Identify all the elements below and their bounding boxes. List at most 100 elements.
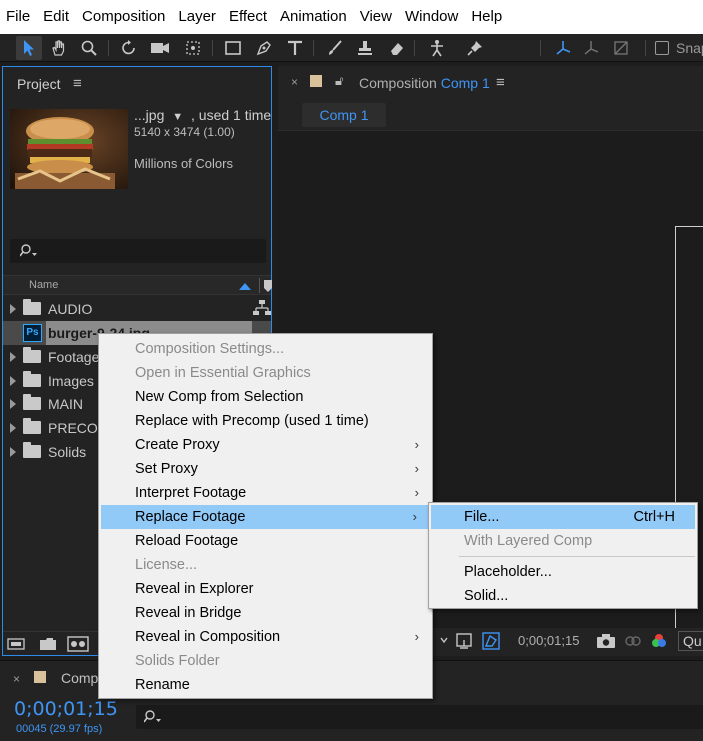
submenu-item-placeholder[interactable]: Placeholder... xyxy=(429,560,697,584)
menu-item-reveal-in-composition[interactable]: Reveal in Composition › xyxy=(99,625,432,649)
timeline-frame-count: 00045 (29.97 fps) xyxy=(16,723,103,735)
name-column-header[interactable]: Name xyxy=(29,279,58,291)
pen-tool-icon[interactable] xyxy=(251,36,277,60)
chevron-down-icon[interactable] xyxy=(440,633,448,647)
menu-help[interactable]: Help xyxy=(471,0,502,34)
menu-item-reload-footage[interactable]: Reload Footage xyxy=(99,529,432,553)
camera-tool-icon[interactable] xyxy=(147,36,173,60)
panel-menu-icon[interactable]: ≡ xyxy=(496,74,505,91)
world-axis-mode-icon[interactable] xyxy=(578,36,604,60)
show-snapshot-icon[interactable] xyxy=(624,633,642,649)
brush-tool-icon[interactable] xyxy=(322,36,348,60)
label-column-icon[interactable] xyxy=(264,280,272,292)
close-icon[interactable]: × xyxy=(13,672,20,686)
menu-item-replace-footage[interactable]: Replace Footage › xyxy=(101,505,430,529)
transparency-grid-icon[interactable] xyxy=(481,631,501,651)
project-item-audio[interactable]: AUDIO xyxy=(3,297,271,321)
expand-arrow-icon[interactable] xyxy=(10,352,16,362)
zoom-tool-icon[interactable] xyxy=(76,36,102,60)
folder-icon xyxy=(23,394,41,410)
viewer-timecode[interactable]: 0;00;01;15 xyxy=(518,633,579,648)
menu-item-license[interactable]: License... xyxy=(99,553,432,577)
shortcut-label: Ctrl+H xyxy=(633,509,676,525)
type-tool-icon[interactable] xyxy=(282,36,308,60)
submenu-arrow-icon: › xyxy=(414,485,419,500)
menu-item-open-essential-graphics[interactable]: Open in Essential Graphics xyxy=(99,361,432,385)
snap-checkbox[interactable] xyxy=(655,41,669,55)
timeline-search-input[interactable] xyxy=(136,705,703,729)
clone-stamp-tool-icon[interactable] xyxy=(352,36,378,60)
color-channels-icon[interactable] xyxy=(650,632,668,650)
menu-edit[interactable]: Edit xyxy=(43,0,69,34)
menu-item-reveal-in-explorer[interactable]: Reveal in Explorer xyxy=(99,577,432,601)
expand-arrow-icon[interactable] xyxy=(10,376,16,386)
hand-tool-icon[interactable] xyxy=(46,36,72,60)
pan-behind-tool-icon[interactable] xyxy=(180,36,206,60)
footage-dimensions: 5140 x 3474 (1.00) xyxy=(134,125,235,139)
replace-footage-submenu: File... Ctrl+H With Layered Comp Placehol… xyxy=(428,502,698,609)
menu-composition[interactable]: Composition xyxy=(82,0,165,34)
expand-arrow-icon[interactable] xyxy=(10,447,16,457)
selection-tool-icon[interactable] xyxy=(16,36,42,60)
comp-viewer-tab[interactable]: Comp 1 xyxy=(302,103,386,127)
snap-label: Snap xyxy=(676,40,703,56)
menu-window[interactable]: Window xyxy=(405,0,458,34)
footage-thumbnail xyxy=(10,109,128,189)
expand-arrow-icon[interactable] xyxy=(10,304,16,314)
roto-brush-tool-icon[interactable] xyxy=(424,36,450,60)
timeline-tab[interactable]: Comp xyxy=(61,670,98,686)
project-tab[interactable]: Project xyxy=(17,76,61,92)
menu-item-interpret-footage[interactable]: Interpret Footage › xyxy=(99,481,432,505)
submenu-arrow-icon: › xyxy=(414,461,419,476)
menu-item-reveal-in-bridge[interactable]: Reveal in Bridge xyxy=(99,601,432,625)
eraser-tool-icon[interactable] xyxy=(384,36,410,60)
region-of-interest-icon[interactable] xyxy=(454,631,474,651)
composition-tab[interactable]: Composition Comp 1 xyxy=(359,75,490,91)
puppet-pin-tool-icon[interactable] xyxy=(462,36,488,60)
menu-item-create-proxy[interactable]: Create Proxy › xyxy=(99,433,432,457)
menu-item-new-comp-from-selection[interactable]: New Comp from Selection xyxy=(99,385,432,409)
menu-item-composition-settings[interactable]: Composition Settings... xyxy=(99,337,432,361)
submenu-item-file[interactable]: File... Ctrl+H xyxy=(431,505,695,529)
menu-bar: File Edit Composition Layer Effect Anima… xyxy=(0,0,703,34)
submenu-arrow-icon: › xyxy=(414,437,419,452)
footage-colors: Millions of Colors xyxy=(134,156,233,171)
new-composition-icon[interactable] xyxy=(67,636,89,652)
expand-arrow-icon[interactable] xyxy=(10,423,16,433)
interpret-footage-icon[interactable] xyxy=(7,637,29,651)
submenu-item-with-layered-comp[interactable]: With Layered Comp xyxy=(429,529,697,553)
local-axis-mode-icon[interactable] xyxy=(550,36,576,60)
menu-layer[interactable]: Layer xyxy=(178,0,216,34)
project-search-input[interactable] xyxy=(10,239,266,263)
lock-icon[interactable]: 🔓︎ xyxy=(335,73,343,89)
menu-animation[interactable]: Animation xyxy=(280,0,347,34)
sort-ascending-icon[interactable] xyxy=(239,282,251,290)
menu-item-solids-folder[interactable]: Solids Folder xyxy=(99,649,432,673)
panel-menu-icon[interactable]: ≡ xyxy=(73,75,82,92)
footage-name: ...jpg ▼ , used 1 time xyxy=(134,107,272,123)
folder-icon xyxy=(23,442,41,458)
new-folder-icon[interactable] xyxy=(39,637,57,651)
quality-dropdown[interactable]: Qu xyxy=(678,631,703,651)
submenu-item-solid[interactable]: Solid... xyxy=(429,584,697,608)
menu-item-rename[interactable]: Rename xyxy=(99,673,432,697)
expand-arrow-icon[interactable] xyxy=(10,399,16,409)
menu-file[interactable]: File xyxy=(6,0,30,34)
close-icon[interactable]: × xyxy=(291,75,298,89)
folder-icon xyxy=(23,418,41,434)
snapshot-camera-icon[interactable] xyxy=(596,633,616,649)
timeline-timecode[interactable]: 0;00;01;15 xyxy=(14,698,118,720)
rotate-tool-icon[interactable] xyxy=(116,36,142,60)
menu-item-set-proxy[interactable]: Set Proxy › xyxy=(99,457,432,481)
view-axis-mode-icon[interactable] xyxy=(608,36,634,60)
rectangle-tool-icon[interactable] xyxy=(220,36,246,60)
flowchart-icon[interactable] xyxy=(253,300,271,316)
menu-separator xyxy=(459,556,695,557)
menu-effect[interactable]: Effect xyxy=(229,0,267,34)
folder-icon xyxy=(23,371,41,387)
chevron-down-icon[interactable]: ▼ xyxy=(172,111,183,123)
menu-item-replace-with-precomp[interactable]: Replace with Precomp (used 1 time) xyxy=(99,409,432,433)
menu-view[interactable]: View xyxy=(360,0,392,34)
composition-label-swatch xyxy=(310,75,322,87)
folder-icon xyxy=(23,347,41,363)
